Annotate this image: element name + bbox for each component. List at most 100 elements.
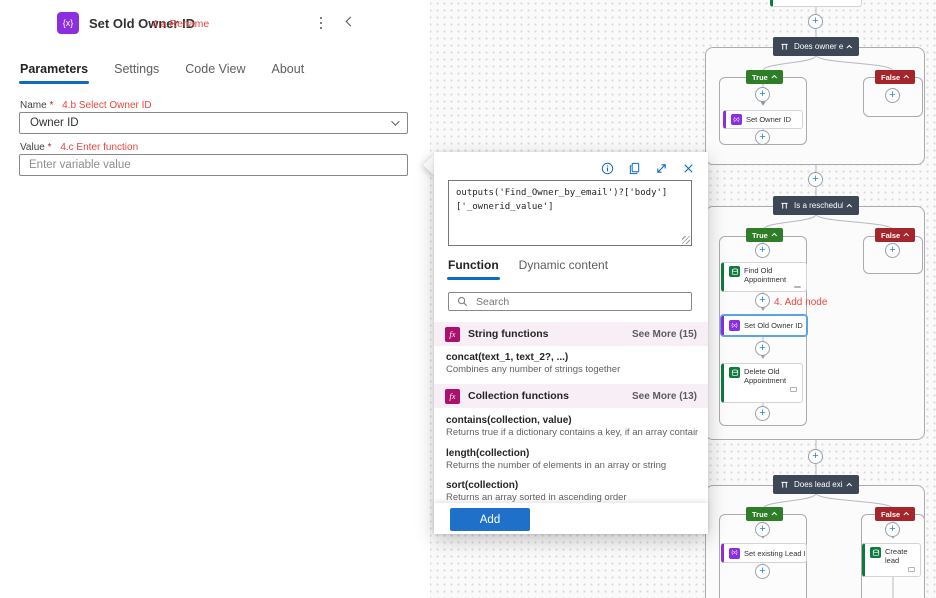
- branch-icon: [780, 481, 789, 489]
- insert-node-button[interactable]: +: [885, 522, 900, 537]
- insert-node-button[interactable]: +: [755, 87, 770, 102]
- see-more-link[interactable]: See More (15): [632, 329, 697, 340]
- tab-code-view[interactable]: Code View: [185, 62, 245, 84]
- insert-node-button[interactable]: +: [755, 406, 770, 421]
- insert-node-button[interactable]: +: [885, 88, 900, 103]
- insert-node-button[interactable]: +: [808, 449, 823, 464]
- branch-false-pill-2[interactable]: False: [875, 228, 915, 242]
- node-title-row: Create lead: [870, 547, 915, 566]
- node-label: Find Old Appointment: [744, 266, 801, 285]
- branch-true-pill-1[interactable]: True: [746, 70, 783, 84]
- branch-true-pill-3[interactable]: True: [746, 507, 783, 521]
- function-search-box[interactable]: [448, 292, 692, 311]
- insert-node-button[interactable]: +: [755, 293, 770, 308]
- node-label: Set Old Owner ID: [744, 321, 803, 330]
- select-owner-annotation: 4.b Select Owner ID: [62, 100, 151, 111]
- flow-node-set-owner-id[interactable]: {x} Set Owner ID: [723, 110, 803, 129]
- condition-label: Does owner exist: [794, 42, 843, 51]
- required-asterisk: *: [48, 142, 52, 153]
- function-length[interactable]: length(collection): [446, 448, 529, 459]
- branch-label: True: [752, 73, 768, 82]
- add-button[interactable]: Add: [450, 508, 530, 531]
- chevron-up-icon: [904, 75, 910, 81]
- value-field-label: Value * 4.c Enter function: [20, 142, 138, 153]
- insert-node-button[interactable]: +: [755, 130, 770, 145]
- tab-function[interactable]: Function: [448, 258, 499, 280]
- category-string-functions[interactable]: fx String functions See More (15): [434, 322, 708, 346]
- category-collection-functions[interactable]: fx Collection functions See More (13): [434, 384, 708, 408]
- branch-label: False: [881, 73, 900, 82]
- function-length-desc: Returns the number of elements in an arr…: [446, 460, 698, 471]
- condition-node-does-lead-exist[interactable]: Does lead exist: [773, 475, 859, 494]
- collapse-panel-button[interactable]: [346, 17, 356, 27]
- see-more-link[interactable]: See More (13): [632, 391, 697, 402]
- expression-editor-popup: outputs('Find_Owner_by_email')?['body'] …: [434, 152, 708, 534]
- node-label: Set existing Lead ID: [744, 549, 807, 558]
- enter-function-annotation: 4.c Enter function: [60, 142, 138, 153]
- chevron-up-icon: [846, 203, 852, 209]
- value-input[interactable]: [19, 154, 408, 176]
- node-status-badge: [908, 567, 915, 572]
- tab-about[interactable]: About: [272, 62, 305, 84]
- expand-icon[interactable]: [655, 162, 668, 175]
- expression-textarea[interactable]: outputs('Find_Owner_by_email')?['body'] …: [448, 180, 692, 246]
- flow-node-delete-old-appointment[interactable]: Delete Old Appointment: [721, 363, 803, 403]
- variable-icon: {x}: [729, 320, 740, 331]
- flow-node-create-lead[interactable]: Create lead: [862, 543, 921, 577]
- insert-node-button[interactable]: +: [885, 243, 900, 258]
- expression-line: outputs('Find_Owner_by_email')?['body']: [456, 187, 684, 201]
- condition-node-does-owner-exist[interactable]: Does owner exist: [773, 37, 859, 56]
- required-asterisk: *: [49, 100, 53, 111]
- search-input[interactable]: [476, 296, 683, 308]
- set-variable-icon: {x}: [57, 12, 79, 34]
- flow-node-partial[interactable]: [770, 0, 862, 7]
- function-contains[interactable]: contains(collection, value): [446, 415, 572, 426]
- flow-node-set-existing-lead-id[interactable]: {x} Set existing Lead ID: [721, 543, 807, 563]
- tab-parameters[interactable]: Parameters: [20, 62, 88, 84]
- branch-icon: [780, 43, 789, 51]
- branch-true-pill-2[interactable]: True: [746, 228, 783, 242]
- name-dropdown[interactable]: Owner ID: [19, 112, 408, 134]
- popup-footer: Add: [434, 503, 708, 534]
- tab-dynamic-content[interactable]: Dynamic content: [519, 258, 608, 280]
- flow-node-find-old-appointment[interactable]: Find Old Appointment: [721, 262, 807, 292]
- insert-node-button[interactable]: +: [755, 564, 770, 579]
- branch-false-pill-1[interactable]: False: [875, 70, 915, 84]
- resize-grip[interactable]: [682, 236, 690, 244]
- insert-node-button[interactable]: +: [755, 522, 770, 537]
- close-icon[interactable]: [682, 162, 695, 175]
- popup-tabs: Function Dynamic content: [448, 258, 608, 280]
- flow-node-set-old-owner-id[interactable]: {x} Set Old Owner ID: [721, 315, 807, 336]
- condition-node-is-a-reschedule[interactable]: Is a reschedule: [773, 196, 859, 215]
- chevron-up-icon: [771, 75, 777, 81]
- node-title-row: Delete Old Appointment: [729, 367, 797, 386]
- insert-node-button[interactable]: +: [755, 341, 770, 356]
- action-config-panel: {x} Set Old Owner ID 4.a Rename Paramete…: [0, 0, 430, 598]
- branch-false-pill-3[interactable]: False: [875, 507, 915, 521]
- rename-annotation: 4.a Rename: [152, 18, 209, 30]
- function-contains-desc: Returns true if a dictionary contains a …: [446, 427, 698, 438]
- category-title: String functions: [468, 328, 624, 340]
- condition-label: Is a reschedule: [794, 201, 843, 210]
- insert-node-button[interactable]: +: [755, 243, 770, 258]
- name-dropdown-value: Owner ID: [30, 117, 79, 129]
- popup-toolbar: [601, 162, 695, 175]
- function-concat[interactable]: concat(text_1, text_2?, ...): [446, 352, 568, 363]
- more-options-button[interactable]: [314, 14, 328, 32]
- branch-label: True: [752, 510, 768, 519]
- insert-node-button[interactable]: +: [808, 14, 823, 29]
- function-sort-desc: Returns an array sorted in ascending ord…: [446, 492, 698, 503]
- chevron-up-icon: [904, 512, 910, 518]
- chevron-up-icon: [904, 233, 910, 239]
- tab-settings[interactable]: Settings: [114, 62, 159, 84]
- branch-label: False: [881, 510, 900, 519]
- dataverse-icon: [870, 547, 881, 558]
- function-concat-desc: Combines any number of strings together: [446, 364, 698, 375]
- insert-node-button[interactable]: +: [808, 172, 823, 187]
- node-title-row: Find Old Appointment: [729, 266, 801, 285]
- function-sort[interactable]: sort(collection): [446, 480, 518, 491]
- copy-icon[interactable]: [628, 162, 641, 175]
- info-icon[interactable]: [601, 162, 614, 175]
- flow-designer-screen: Does owner exist Is a reschedule Does le…: [0, 0, 936, 598]
- panel-tabs: Parameters Settings Code View About: [20, 62, 304, 84]
